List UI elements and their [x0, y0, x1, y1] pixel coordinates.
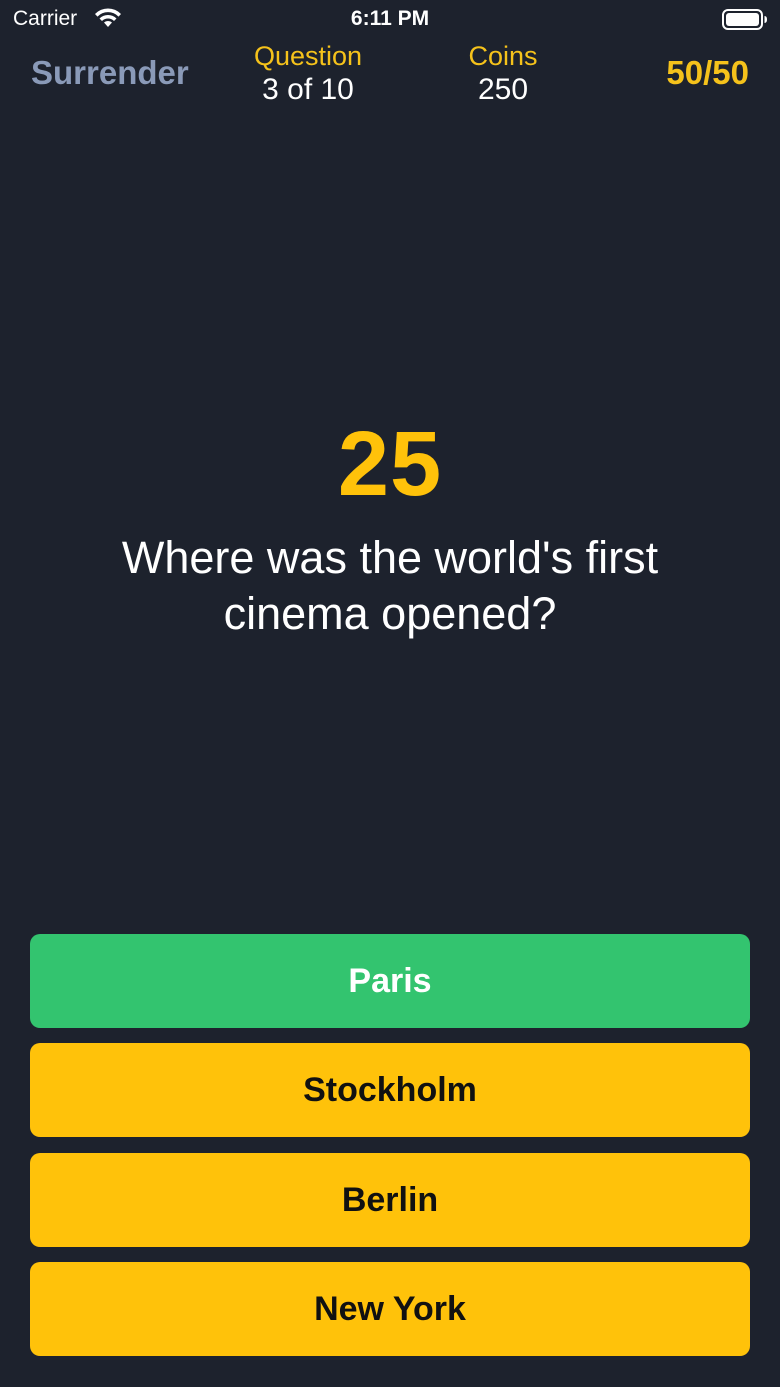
- quiz-screen: Carrier 6:11 PM Surrender Question 3 of …: [0, 0, 780, 1387]
- answer-button-3[interactable]: Berlin: [30, 1153, 750, 1247]
- status-bar: Carrier 6:11 PM: [0, 0, 780, 40]
- coins-counter: Coins 250: [413, 40, 593, 108]
- answer-button-1[interactable]: Paris: [30, 934, 750, 1028]
- answer-button-2[interactable]: Stockholm: [30, 1043, 750, 1137]
- status-time: 6:11 PM: [350, 7, 430, 30]
- answer-button-4[interactable]: New York: [30, 1262, 750, 1356]
- battery-icon: [722, 9, 767, 30]
- question-counter-label: Question: [253, 41, 363, 71]
- question-counter: Question 3 of 10: [218, 40, 398, 108]
- fifty-fifty-lifeline-button[interactable]: 50/50: [666, 54, 749, 92]
- question-counter-value: 3 of 10: [262, 73, 354, 106]
- surrender-button[interactable]: Surrender: [31, 54, 189, 92]
- countdown-timer: 25: [337, 413, 443, 515]
- coins-value: 250: [477, 73, 529, 106]
- coins-label: Coins: [468, 41, 538, 71]
- question-text: Where was the world's first cinema opene…: [121, 532, 659, 639]
